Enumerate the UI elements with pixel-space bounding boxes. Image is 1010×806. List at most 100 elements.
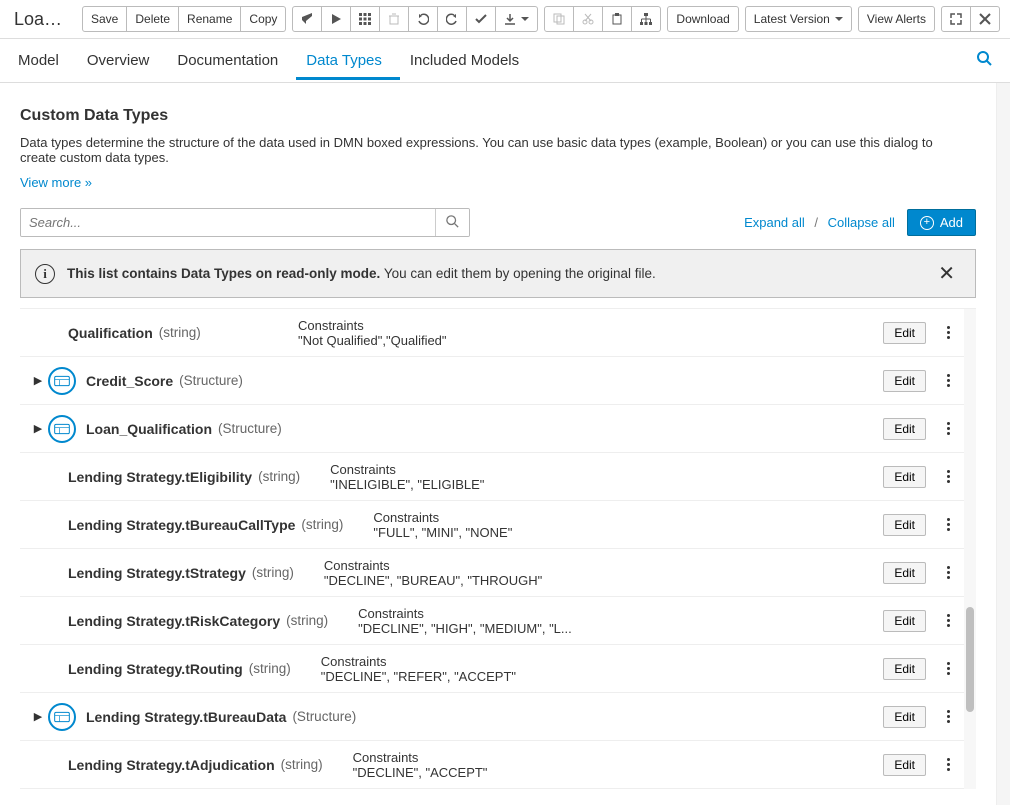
structure-icon	[48, 415, 76, 443]
expand-all-link[interactable]: Expand all	[744, 215, 805, 230]
type-name: Lending Strategy.tAdjudication	[68, 757, 275, 773]
paste-icon[interactable]	[603, 6, 632, 32]
info-icon: i	[35, 264, 55, 284]
view-more-link[interactable]: View more »	[20, 175, 92, 190]
cut-icon[interactable]	[574, 6, 603, 32]
chevron-right-icon[interactable]: ▶	[28, 422, 48, 435]
nav-tabs: Model Overview Documentation Data Types …	[0, 39, 1010, 83]
kebab-icon[interactable]	[940, 708, 956, 725]
trash-icon[interactable]	[380, 6, 409, 32]
plus-icon: +	[920, 216, 934, 230]
close-icon[interactable]	[971, 6, 1000, 32]
type-main: Lending Strategy.tAdjudication(string)	[68, 757, 323, 773]
check-icon[interactable]	[467, 6, 496, 32]
scrollbar-thumb[interactable]	[966, 607, 974, 713]
section-heading: Custom Data Types	[20, 107, 976, 125]
tab-model[interactable]: Model	[8, 41, 77, 80]
tab-documentation[interactable]: Documentation	[167, 41, 296, 80]
type-row: Lending Strategy.tStrategy(string) Constr…	[20, 549, 976, 597]
edit-button[interactable]: Edit	[883, 418, 926, 440]
rename-button[interactable]: Rename	[179, 6, 241, 32]
type-kind: (string)	[301, 517, 343, 532]
window-controls	[941, 6, 1000, 32]
add-button[interactable]: + Add	[907, 209, 976, 236]
delete-button[interactable]: Delete	[127, 6, 179, 32]
type-name: Credit_Score	[86, 373, 173, 389]
type-row: Qualification(string) Constraints"Not Qua…	[20, 309, 976, 357]
download-button[interactable]: Download	[667, 6, 738, 32]
view-alerts-button[interactable]: View Alerts	[858, 6, 935, 32]
kebab-icon[interactable]	[940, 756, 956, 773]
edit-button[interactable]: Edit	[883, 562, 926, 584]
clipboard-group	[544, 6, 661, 32]
type-constraints: Constraints"DECLINE", "REFER", "ACCEPT"	[321, 654, 516, 684]
edit-button[interactable]: Edit	[883, 514, 926, 536]
alert-close-icon[interactable]: ✕	[932, 260, 961, 287]
top-toolbar: Loan prequalification.... Save Delete Re…	[0, 0, 1010, 39]
type-name: Lending Strategy.tStrategy	[68, 565, 246, 581]
type-row: ▶ Lending Strategy.tBureauData(Structure)…	[20, 693, 976, 741]
type-main: Qualification(string)	[68, 325, 268, 341]
kebab-icon[interactable]	[940, 324, 956, 341]
play-icon[interactable]	[322, 6, 351, 32]
grid-icon[interactable]	[351, 6, 380, 32]
search-icon[interactable]	[967, 45, 1002, 76]
kebab-icon[interactable]	[940, 564, 956, 581]
edit-button[interactable]: Edit	[883, 706, 926, 728]
type-constraints: Constraints"FULL", "MINI", "NONE"	[373, 510, 512, 540]
edit-button[interactable]: Edit	[883, 322, 926, 344]
edit-button[interactable]: Edit	[883, 658, 926, 680]
type-row: ▶Loan_Qualification(Structure)Edit	[20, 405, 976, 453]
kebab-icon[interactable]	[940, 420, 956, 437]
content-area: Custom Data Types Data types determine t…	[0, 83, 996, 805]
list-scrollbar[interactable]	[964, 309, 976, 789]
save-button[interactable]: Save	[82, 6, 127, 32]
structure-icon	[48, 703, 76, 731]
copy-icon[interactable]	[544, 6, 574, 32]
chevron-right-icon[interactable]: ▶	[28, 710, 48, 723]
type-main: Lending Strategy.tRouting(string)	[68, 661, 291, 677]
undo-icon[interactable]	[409, 6, 438, 32]
type-main: Lending Strategy.tBureauData(Structure)	[86, 709, 356, 725]
search-input[interactable]	[21, 209, 435, 236]
edit-button[interactable]: Edit	[883, 370, 926, 392]
expand-collapse-links: Expand all / Collapse all	[744, 215, 895, 230]
tab-included-models[interactable]: Included Models	[400, 41, 537, 80]
latest-version-button[interactable]: Latest Version	[745, 6, 852, 32]
type-main: Lending Strategy.tEligibility(string)	[68, 469, 300, 485]
kebab-icon[interactable]	[940, 372, 956, 389]
search-submit-icon[interactable]	[435, 209, 469, 236]
file-title: Loan prequalification....	[10, 7, 76, 32]
collapse-all-link[interactable]: Collapse all	[828, 215, 895, 230]
download-dropdown-icon[interactable]	[496, 6, 538, 32]
tree-icon[interactable]	[632, 6, 661, 32]
expand-icon[interactable]	[941, 6, 971, 32]
chevron-right-icon[interactable]: ▶	[28, 374, 48, 387]
edit-button[interactable]: Edit	[883, 610, 926, 632]
run-group	[292, 6, 538, 32]
kebab-icon[interactable]	[940, 612, 956, 629]
data-type-list: Qualification(string) Constraints"Not Qua…	[20, 308, 976, 789]
edit-button[interactable]: Edit	[883, 754, 926, 776]
kebab-icon[interactable]	[940, 660, 956, 677]
copy-button[interactable]: Copy	[241, 6, 286, 32]
type-kind: (string)	[159, 325, 201, 340]
type-constraints: Constraints"DECLINE", "ACCEPT"	[353, 750, 488, 780]
kebab-icon[interactable]	[940, 516, 956, 533]
validate-icon[interactable]	[292, 6, 322, 32]
kebab-icon[interactable]	[940, 468, 956, 485]
tab-data-types[interactable]: Data Types	[296, 41, 400, 80]
type-row: ▶Credit_Score(Structure)Edit	[20, 357, 976, 405]
edit-button[interactable]: Edit	[883, 466, 926, 488]
outer-scrollbar[interactable]	[996, 83, 1010, 805]
alert-message: This list contains Data Types on read-on…	[67, 266, 920, 281]
type-constraints: Constraints"Not Qualified","Qualified"	[298, 318, 447, 348]
tab-overview[interactable]: Overview	[77, 41, 168, 80]
structure-icon	[48, 367, 76, 395]
type-main: Lending Strategy.tBureauCallType(string)	[68, 517, 343, 533]
type-name: Lending Strategy.tEligibility	[68, 469, 252, 485]
type-row: Lending Strategy.tAdjudication(string) Co…	[20, 741, 976, 789]
type-main: Lending Strategy.tStrategy(string)	[68, 565, 294, 581]
type-constraints: Constraints"DECLINE", "BUREAU", "THROUGH…	[324, 558, 542, 588]
redo-icon[interactable]	[438, 6, 467, 32]
